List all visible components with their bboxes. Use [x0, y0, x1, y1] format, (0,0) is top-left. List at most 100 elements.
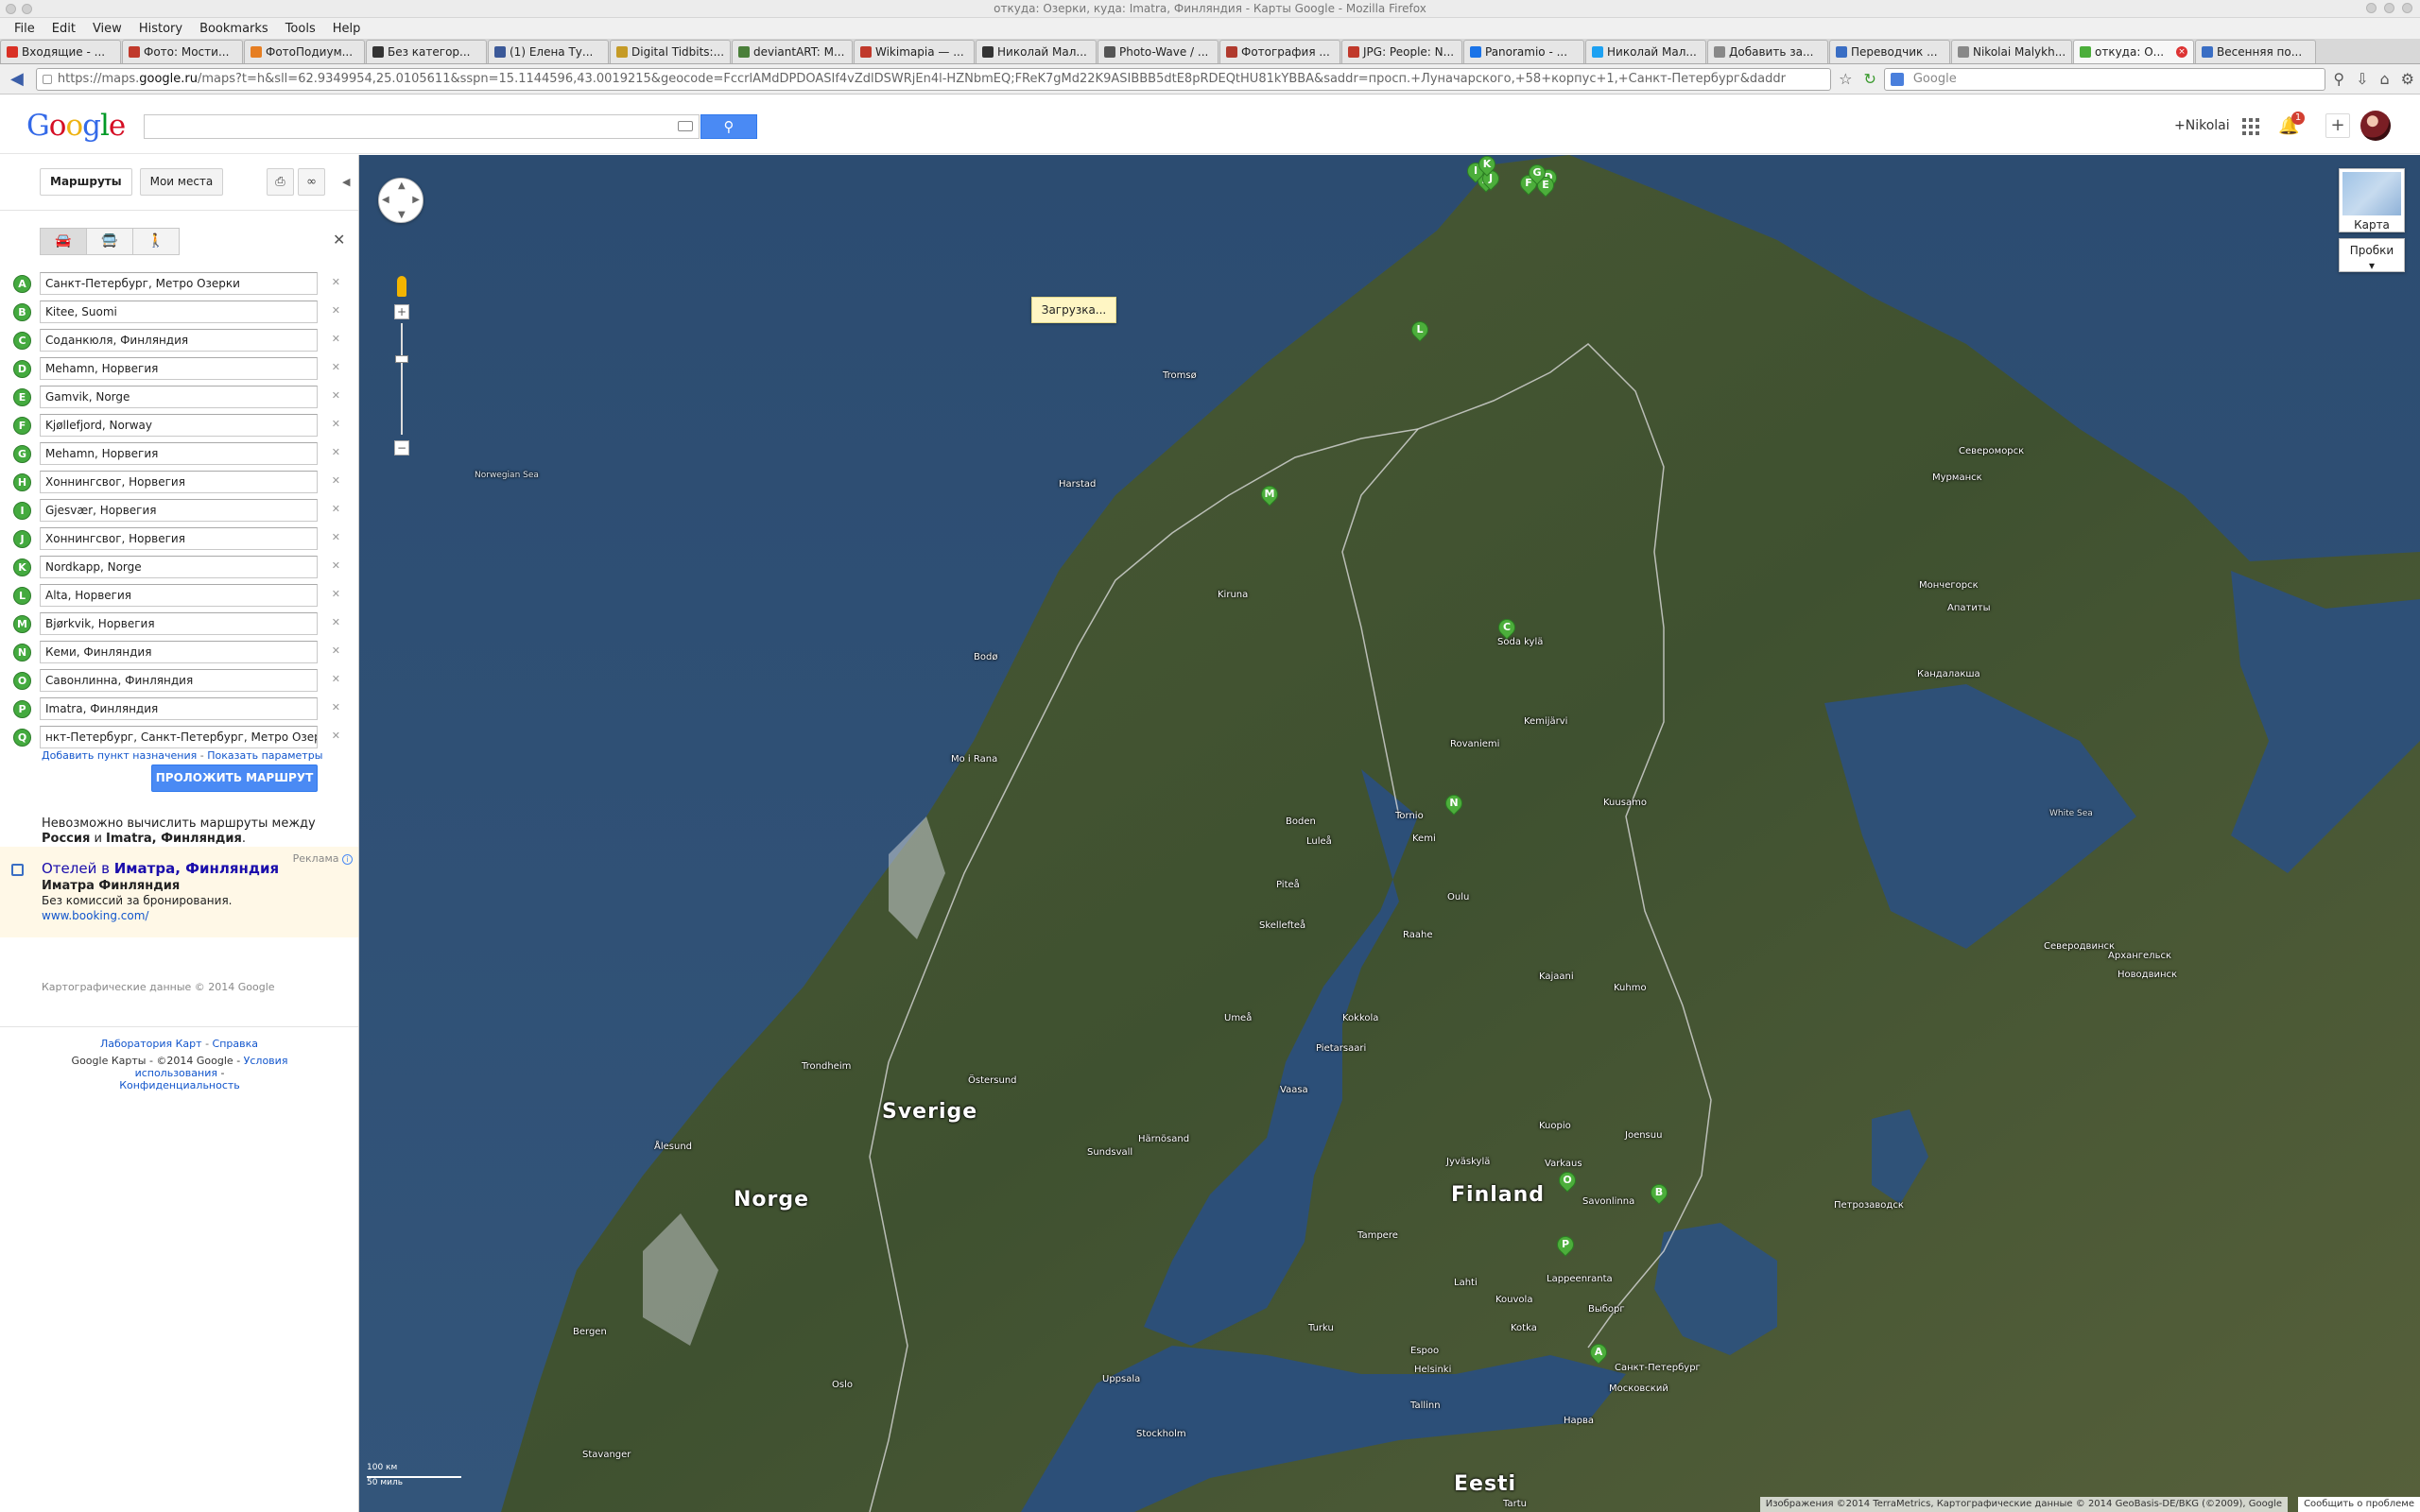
remove-waypoint-icon[interactable]: ✕ [332, 389, 340, 402]
pan-right-icon[interactable]: ▶ [412, 195, 420, 205]
site-identity-icon[interactable] [42, 74, 52, 84]
maps-search-input[interactable] [144, 114, 700, 139]
remove-waypoint-icon[interactable]: ✕ [332, 474, 340, 487]
remove-waypoint-icon[interactable]: ✕ [332, 276, 340, 288]
remove-waypoint-icon[interactable]: ✕ [332, 588, 340, 600]
route-marker[interactable]: B [1647, 1180, 1671, 1209]
menu-file[interactable]: File [6, 22, 43, 36]
binoculars-icon[interactable]: ⚲ [2333, 70, 2344, 88]
waypoint-marker-icon[interactable]: Q [13, 728, 31, 747]
help-link[interactable]: Справка [213, 1038, 258, 1050]
waypoint-marker-icon[interactable]: D [13, 359, 31, 378]
close-tab-icon[interactable]: × [2176, 46, 2187, 58]
waypoint-marker-icon[interactable]: I [13, 501, 31, 520]
remove-waypoint-icon[interactable]: ✕ [332, 304, 340, 317]
remove-waypoint-icon[interactable]: ✕ [332, 503, 340, 515]
reload-icon[interactable]: ↻ [1863, 70, 1876, 88]
waypoint-marker-icon[interactable]: H [13, 472, 31, 491]
pan-left-icon[interactable]: ◀ [382, 195, 389, 205]
waypoint-input[interactable]: Gjesvær, Норвегия [40, 499, 318, 522]
ad-url-link[interactable]: www.booking.com/ [42, 909, 148, 922]
browser-tab[interactable]: Весенняя по... [2195, 40, 2316, 63]
show-options-link[interactable]: Показать параметры [207, 749, 322, 762]
ad-info-icon[interactable]: i [342, 854, 353, 865]
user-avatar[interactable] [2360, 111, 2391, 141]
zoom-out-button[interactable]: − [394, 440, 409, 455]
waypoint-marker-icon[interactable]: B [13, 302, 31, 321]
waypoint-input[interactable]: нкт-Петербург, Санкт-Петербург, Метро Оз… [40, 726, 318, 748]
download-icon[interactable]: ⇩ [2356, 70, 2368, 88]
share-plus-button[interactable]: + [2325, 113, 2350, 138]
apps-grid-icon[interactable] [2242, 118, 2259, 135]
waypoint-input[interactable]: Хоннингсвог, Норвегия [40, 471, 318, 493]
waypoint-input[interactable]: Mehamn, Норвегия [40, 357, 318, 380]
home-icon[interactable]: ⌂ [2379, 70, 2389, 88]
browser-tab[interactable]: Photo-Wave / ... [1098, 40, 1219, 63]
google-plus-user[interactable]: +Nikolai [2174, 118, 2230, 133]
browser-tab[interactable]: Panoramio - ... [1463, 40, 1584, 63]
browser-tab[interactable]: ФотоПодиум... [244, 40, 365, 63]
browser-tab[interactable]: Nikolai Malykh... [1951, 40, 2072, 63]
route-marker[interactable]: M [1257, 482, 1282, 510]
waypoint-input[interactable]: Bjørkvik, Норвегия [40, 612, 318, 635]
waypoint-input[interactable]: Хоннингсвог, Норвегия [40, 527, 318, 550]
route-marker[interactable]: L [1408, 318, 1432, 346]
remove-waypoint-icon[interactable]: ✕ [332, 730, 340, 742]
mode-car-icon[interactable]: 🚘 [40, 228, 87, 255]
browser-search-field[interactable]: Google [1883, 67, 2326, 91]
waypoint-input[interactable]: Kjøllefjord, Norway [40, 414, 318, 437]
browser-tab[interactable]: Добавить за... [1707, 40, 1828, 63]
link-icon[interactable]: ∞ [298, 168, 325, 196]
back-arrow-icon[interactable]: ◀ [6, 68, 28, 91]
menu-bookmarks[interactable]: Bookmarks [191, 22, 277, 36]
google-logo[interactable]: Google [26, 109, 126, 143]
add-destination-link[interactable]: Добавить пункт назначения [42, 749, 197, 762]
browser-tab[interactable]: откуда: О... × [2073, 40, 2194, 63]
maps-search-button[interactable]: ⚲ [700, 114, 757, 139]
waypoint-marker-icon[interactable]: M [13, 614, 31, 633]
pan-up-icon[interactable]: ▲ [398, 180, 406, 191]
remove-waypoint-icon[interactable]: ✕ [332, 418, 340, 430]
waypoint-input[interactable]: Кеми, Финляндия [40, 641, 318, 663]
close-directions-icon[interactable]: ✕ [333, 231, 345, 249]
waypoint-input[interactable]: Alta, Норвегия [40, 584, 318, 607]
remove-waypoint-icon[interactable]: ✕ [332, 559, 340, 572]
browser-tab[interactable]: Фото: Мости... [122, 40, 243, 63]
waypoint-marker-icon[interactable]: J [13, 529, 31, 548]
route-marker[interactable]: G [1525, 161, 1549, 189]
remove-waypoint-icon[interactable]: ✕ [332, 361, 340, 373]
menu-tools[interactable]: Tools [277, 22, 324, 36]
pan-down-icon[interactable]: ▼ [398, 210, 406, 220]
mode-transit-icon[interactable]: 🚍 [86, 228, 133, 255]
waypoint-input[interactable]: Савонлинна, Финляндия [40, 669, 318, 692]
remove-waypoint-icon[interactable]: ✕ [332, 531, 340, 543]
browser-tab[interactable]: Николай Мал... [976, 40, 1097, 63]
tab-my-places[interactable]: Мои места [139, 168, 224, 196]
satellite-map[interactable]: Norge Sverige Finland Eesti Norwegian Sea Whi… [359, 155, 2420, 1512]
remove-waypoint-icon[interactable]: ✕ [332, 644, 340, 657]
remove-waypoint-icon[interactable]: ✕ [332, 673, 340, 685]
bookmark-star-icon[interactable]: ☆ [1839, 70, 1852, 88]
route-marker[interactable]: O [1555, 1168, 1580, 1196]
get-directions-button[interactable]: ПРОЛОЖИТЬ МАРШРУТ [151, 765, 318, 792]
browser-tab[interactable]: Николай Мал... [1585, 40, 1706, 63]
route-marker[interactable]: A [1586, 1340, 1611, 1368]
menu-edit[interactable]: Edit [43, 22, 84, 36]
report-problem-link[interactable]: Сообщить о проблеме [2298, 1497, 2420, 1512]
waypoint-input[interactable]: Санкт-Петербург, Метро Озерки [40, 272, 318, 295]
url-bar[interactable]: https://maps.google.ru/maps?t=h&sll=62.9… [35, 67, 1832, 91]
addon-icon[interactable]: ⚙ [2401, 70, 2414, 88]
browser-tab[interactable]: Digital Tidbits:... [610, 40, 731, 63]
privacy-link[interactable]: Конфиденциальность [119, 1079, 240, 1091]
waypoint-marker-icon[interactable]: O [13, 671, 31, 690]
browser-tab[interactable]: JPG: People: N... [1341, 40, 1462, 63]
remove-waypoint-icon[interactable]: ✕ [332, 446, 340, 458]
zoom-track[interactable] [401, 323, 403, 435]
waypoint-marker-icon[interactable]: A [13, 274, 31, 293]
waypoint-marker-icon[interactable]: G [13, 444, 31, 463]
waypoint-marker-icon[interactable]: K [13, 558, 31, 576]
browser-tab[interactable]: Входящие - ... [0, 40, 121, 63]
browser-tab[interactable]: Wikimapia — ... [854, 40, 975, 63]
traffic-dropdown-icon[interactable]: ▾ [2369, 259, 2375, 272]
route-marker[interactable]: C [1495, 615, 1519, 644]
